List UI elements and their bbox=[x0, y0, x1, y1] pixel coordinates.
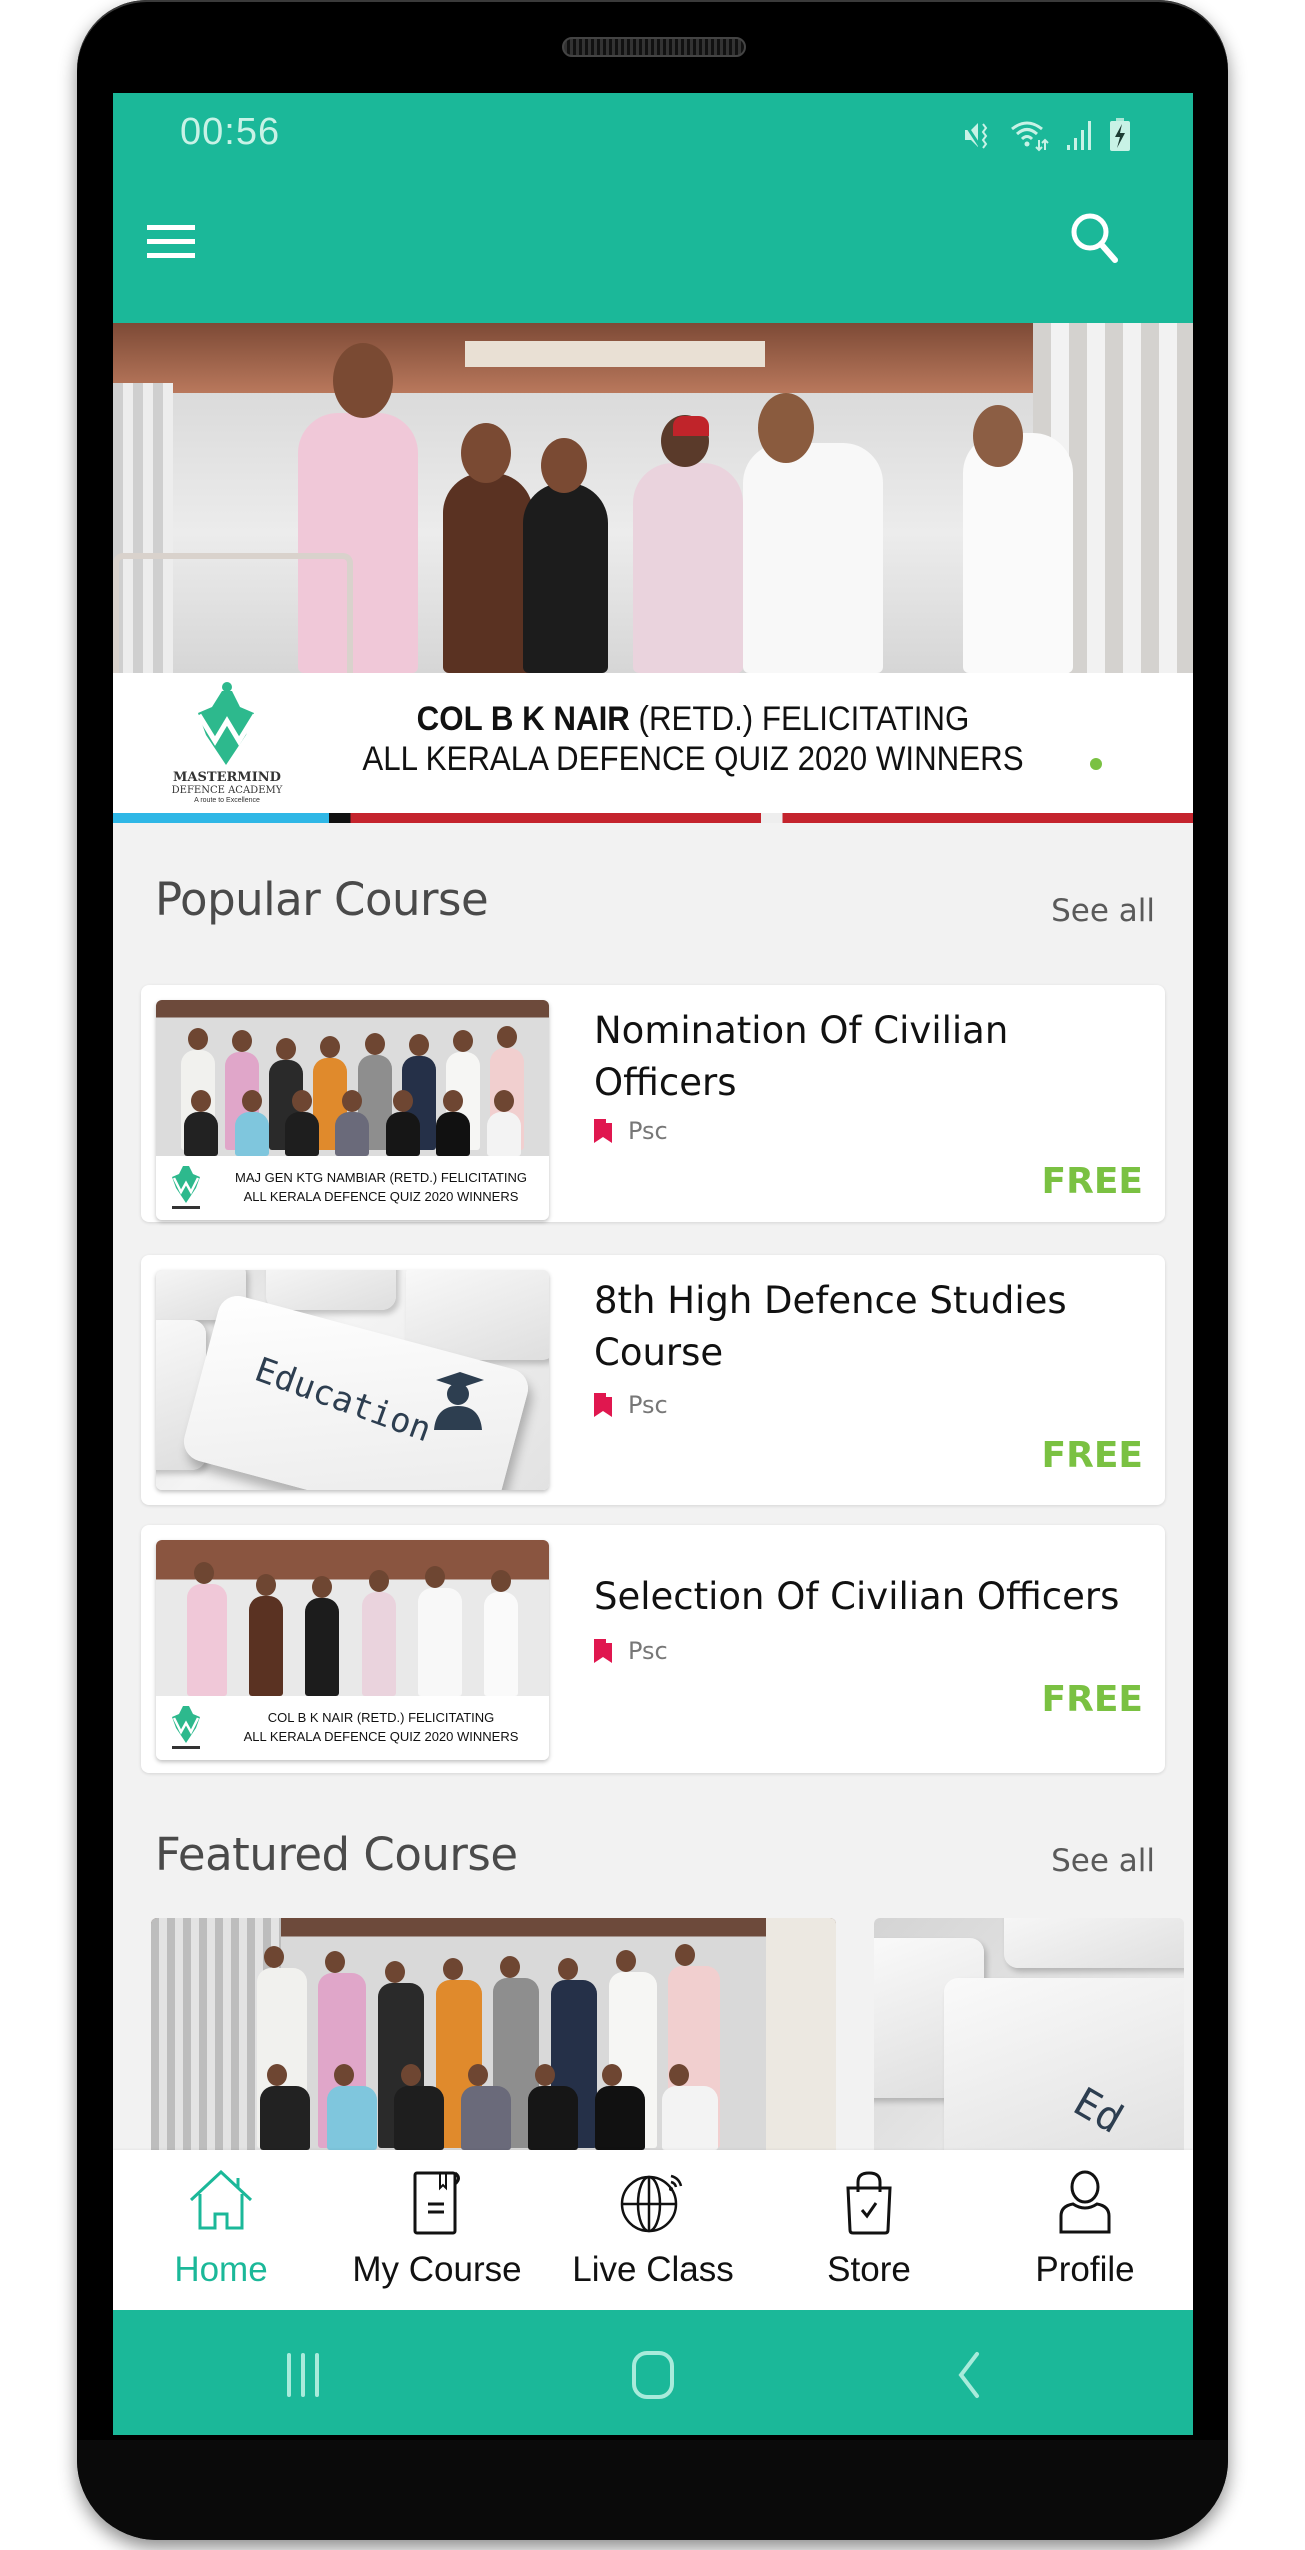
course-title: 8th High Defence Studies Course bbox=[594, 1279, 1067, 1374]
home-icon bbox=[189, 2170, 253, 2230]
graduate-icon bbox=[434, 1372, 484, 1430]
phone-speaker bbox=[562, 37, 746, 57]
vibrate-mute-icon bbox=[962, 121, 988, 149]
status-time: 00:56 bbox=[180, 111, 281, 153]
featured-course-title: Featured Course bbox=[155, 1828, 518, 1881]
course-category: Psc bbox=[594, 1637, 668, 1665]
phone-chin bbox=[77, 2440, 1228, 2540]
banner-caption: MASTERMIND DEFENCE ACADEMY A route to Ex… bbox=[113, 673, 1193, 813]
home-circle-icon bbox=[632, 2351, 674, 2399]
academy-logo: MASTERMIND DEFENCE ACADEMY A route to Ex… bbox=[157, 681, 297, 807]
battery-charging-icon bbox=[1110, 118, 1130, 151]
search-button[interactable] bbox=[1065, 205, 1125, 269]
bookmark-icon bbox=[594, 1639, 612, 1663]
nav-store[interactable]: Store bbox=[761, 2150, 977, 2310]
search-icon bbox=[1071, 213, 1118, 263]
course-title: Nomination Of Civilian Officers bbox=[594, 1009, 1009, 1104]
featured-see-all-link[interactable]: See all bbox=[1051, 1843, 1155, 1879]
bookmark-icon bbox=[594, 1119, 612, 1143]
shopping-bag-icon bbox=[846, 2171, 892, 2235]
book-icon bbox=[413, 2171, 460, 2235]
back-icon bbox=[958, 2352, 979, 2398]
popular-see-all-link[interactable]: See all bbox=[1051, 893, 1155, 929]
course-card[interactable]: Education 8th High Defence Studies Cours… bbox=[141, 1255, 1165, 1505]
app-screen: 00:56 MASTERMIND DEFENCE ACADEMY A route… bbox=[113, 93, 1193, 2435]
mini-logo-icon bbox=[172, 1706, 200, 1749]
popular-course-title: Popular Course bbox=[155, 873, 489, 926]
banner-carousel[interactable]: MASTERMIND DEFENCE ACADEMY A route to Ex… bbox=[113, 323, 1193, 823]
app-bar: 00:56 bbox=[113, 93, 1193, 323]
user-icon bbox=[1059, 2170, 1111, 2234]
system-navigation-bar bbox=[113, 2310, 1193, 2435]
back-button[interactable] bbox=[933, 2345, 1003, 2405]
featured-course-carousel[interactable]: Ed bbox=[151, 1918, 1193, 2150]
status-icons bbox=[961, 115, 1131, 155]
course-card[interactable]: COL B K NAIR (RETD.) FELICITATING ALL KE… bbox=[141, 1525, 1165, 1773]
nav-profile[interactable]: Profile bbox=[977, 2150, 1193, 2310]
course-price: FREE bbox=[1041, 1679, 1144, 1720]
globe-broadcast-icon bbox=[620, 2174, 683, 2233]
course-thumbnail: Education bbox=[156, 1270, 549, 1490]
nav-live-class[interactable]: Live Class bbox=[545, 2150, 761, 2310]
featured-course-card[interactable]: Ed bbox=[874, 1918, 1184, 2150]
course-price: FREE bbox=[1041, 1161, 1144, 1202]
wifi-icon bbox=[1011, 121, 1049, 152]
mastermind-logo-icon bbox=[196, 682, 258, 765]
recent-apps-icon bbox=[287, 2353, 319, 2397]
course-thumbnail: MAJ GEN KTG NAMBIAR (RETD.) FELICITATING… bbox=[156, 1000, 549, 1220]
bottom-navigation: Home My Course Live Class Store Profile bbox=[113, 2150, 1193, 2310]
carousel-dot-active[interactable] bbox=[1090, 758, 1102, 770]
course-thumbnail: COL B K NAIR (RETD.) FELICITATING ALL KE… bbox=[156, 1540, 549, 1760]
course-price: FREE bbox=[1041, 1435, 1144, 1476]
course-category: Psc bbox=[594, 1391, 668, 1419]
recent-apps-button[interactable] bbox=[268, 2345, 338, 2405]
course-title: Selection Of Civilian Officers bbox=[594, 1575, 1120, 1618]
signal-icon bbox=[1067, 121, 1091, 150]
bookmark-icon bbox=[594, 1393, 612, 1417]
banner-photo-bottom bbox=[113, 813, 1193, 823]
nav-home[interactable]: Home bbox=[113, 2150, 329, 2310]
hamburger-menu-icon bbox=[147, 225, 195, 258]
nav-my-course[interactable]: My Course bbox=[329, 2150, 545, 2310]
menu-button[interactable] bbox=[143, 213, 199, 269]
banner-photo bbox=[113, 323, 1193, 673]
course-category: Psc bbox=[594, 1117, 668, 1145]
home-system-button[interactable] bbox=[618, 2345, 688, 2405]
course-card[interactable]: MAJ GEN KTG NAMBIAR (RETD.) FELICITATING… bbox=[141, 985, 1165, 1222]
banner-caption-text: COL B K NAIR (RETD.) FELICITATING ALL KE… bbox=[362, 700, 1024, 778]
mini-logo-icon bbox=[172, 1166, 200, 1209]
featured-course-card[interactable] bbox=[151, 1918, 836, 2150]
